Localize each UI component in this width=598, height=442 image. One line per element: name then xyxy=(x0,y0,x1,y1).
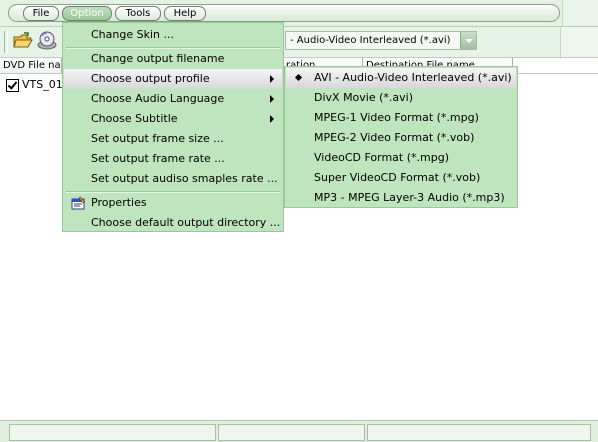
menu-item-label: Choose Subtitle xyxy=(91,112,178,125)
row-checkbox[interactable] xyxy=(6,79,19,92)
open-folder-button[interactable] xyxy=(12,30,34,52)
status-cell-1 xyxy=(9,424,216,441)
menu-item-label: Choose output profile xyxy=(91,72,210,85)
output-profile-select[interactable]: - Audio-Video Interleaved (*.avi) xyxy=(285,31,477,50)
profile-item-svcd[interactable]: Super VideoCD Format (*.vob) xyxy=(286,168,516,188)
menu-item-choose-subtitle[interactable]: Choose Subtitle xyxy=(64,109,282,129)
submenu-arrow-icon xyxy=(270,95,274,103)
submenu-arrow-icon xyxy=(270,115,274,123)
toolbar-right-panel xyxy=(560,27,598,57)
profile-item-mpeg2[interactable]: MPEG-2 Video Format (*.vob) xyxy=(286,128,516,148)
menu-item-choose-audio-language[interactable]: Choose Audio Language xyxy=(64,89,282,109)
menu-file[interactable]: File xyxy=(23,6,59,21)
status-bar xyxy=(0,420,598,442)
disc-icon xyxy=(37,31,57,50)
profile-item-mpeg1[interactable]: MPEG-1 Video Format (*.mpg) xyxy=(286,108,516,128)
menu-item-default-output-directory[interactable]: Choose default output directory ... xyxy=(64,213,282,233)
status-cell-2 xyxy=(218,424,365,441)
menu-bar-right-panel xyxy=(562,0,598,26)
folder-open-icon xyxy=(13,32,33,48)
menu-tools[interactable]: Tools xyxy=(115,6,161,21)
status-cell-3 xyxy=(367,424,591,441)
chevron-down-icon[interactable] xyxy=(460,32,476,49)
menu-item-label: Choose Audio Language xyxy=(91,92,225,105)
output-profile-value: - Audio-Video Interleaved (*.avi) xyxy=(290,35,451,46)
profile-item-avi[interactable]: AVI - Audio-Video Interleaved (*.avi) xyxy=(286,68,516,88)
toolbar-grip xyxy=(4,31,8,53)
menu-item-label: Properties xyxy=(91,196,147,209)
properties-icon xyxy=(71,196,86,210)
profile-item-label: AVI - Audio-Video Interleaved (*.avi) xyxy=(314,71,512,84)
menu-item-properties[interactable]: Properties xyxy=(64,193,282,213)
menu-item-set-audio-sample-rate[interactable]: Set output audiso smaples rate ... xyxy=(64,169,282,189)
load-dvd-button[interactable] xyxy=(36,30,58,52)
profile-item-divx[interactable]: DivX Movie (*.avi) xyxy=(286,88,516,108)
output-profile-submenu: AVI - Audio-Video Interleaved (*.avi) Di… xyxy=(284,66,518,208)
menu-item-set-frame-rate[interactable]: Set output frame rate ... xyxy=(64,149,282,169)
profile-item-vcd[interactable]: VideoCD Format (*.mpg) xyxy=(286,148,516,168)
submenu-arrow-icon xyxy=(270,75,274,83)
menu-item-change-output-filename[interactable]: Change output filename xyxy=(64,49,282,69)
menu-help[interactable]: Help xyxy=(164,6,206,21)
menu-item-choose-output-profile[interactable]: Choose output profile xyxy=(64,69,282,89)
menu-item-change-skin[interactable]: Change Skin ... xyxy=(64,25,282,45)
profile-item-mp3[interactable]: MP3 - MPEG Layer-3 Audio (*.mp3) xyxy=(286,188,516,208)
option-menu: Change Skin ... Change output filename C… xyxy=(62,22,284,232)
row-file-name: VTS_01 xyxy=(22,78,63,91)
menu-option[interactable]: Option xyxy=(62,6,112,21)
column-dvd-file-name[interactable]: DVD File na xyxy=(0,58,62,73)
selected-bullet-icon xyxy=(294,73,303,82)
menu-item-set-frame-size[interactable]: Set output frame size ... xyxy=(64,129,282,149)
dvd-converter-window: File Option Tools Help - Audio-Video Int… xyxy=(0,0,598,442)
